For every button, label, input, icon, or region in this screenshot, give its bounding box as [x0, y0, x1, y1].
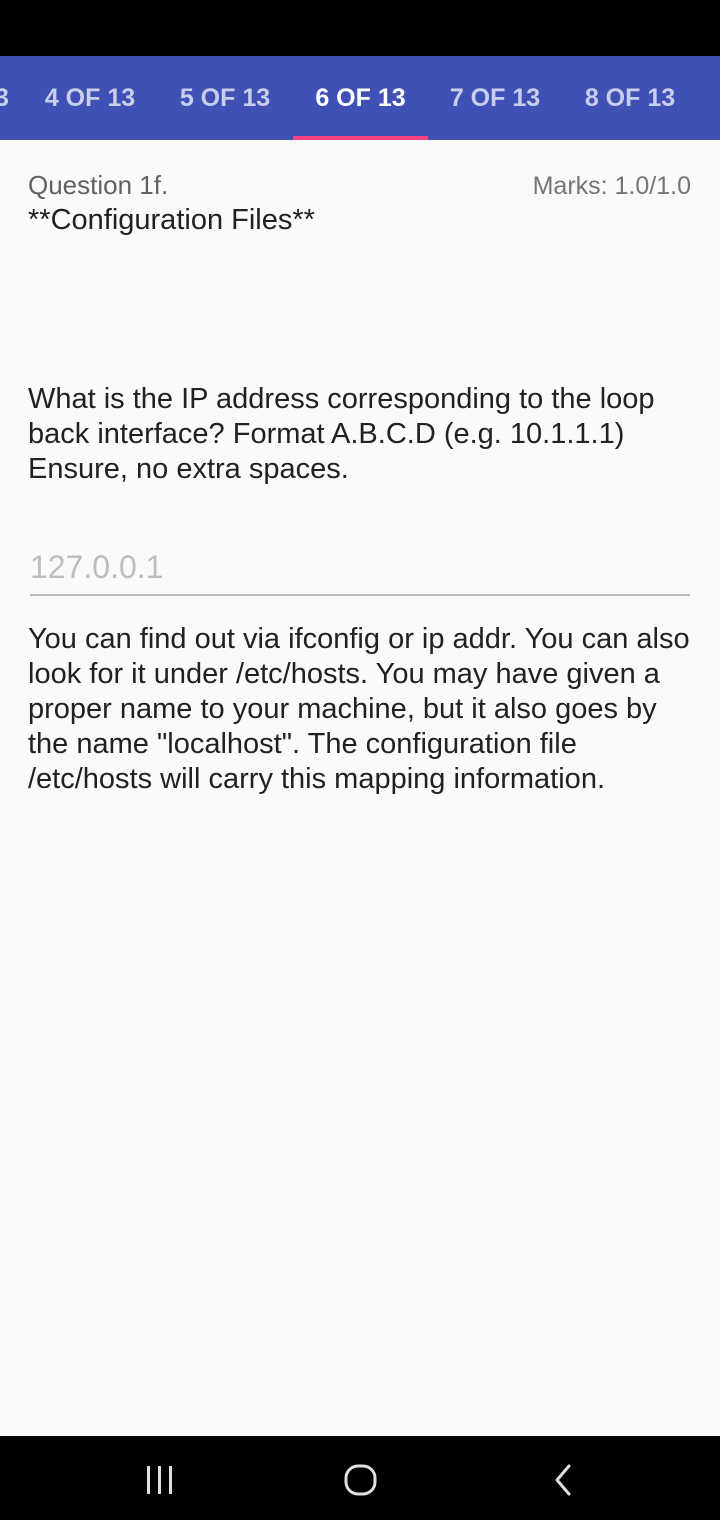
question-number: Question 1f. — [28, 170, 169, 200]
back-icon[interactable] — [533, 1458, 593, 1498]
system-nav-bar — [0, 1436, 720, 1520]
tab-5[interactable]: 5 OF 13 — [165, 56, 285, 140]
question-content: Question 1f. Marks: 1.0/1.0 **Configurat… — [0, 140, 720, 1436]
tab-3-partial[interactable]: 3 — [0, 56, 12, 140]
marks-label: Marks: 1.0/1.0 — [532, 172, 691, 200]
tab-6[interactable]: 6 OF 13 — [300, 56, 421, 140]
question-tab-bar: 3 4 OF 13 5 OF 13 6 OF 13 7 OF 13 8 OF 1… — [0, 56, 720, 140]
home-icon[interactable] — [330, 1458, 390, 1498]
question-title: **Configuration Files** — [28, 204, 315, 236]
recent-apps-icon[interactable] — [130, 1458, 190, 1498]
feedback-text: You can find out via ifconfig or ip addr… — [28, 623, 690, 795]
tab-4[interactable]: 4 OF 13 — [30, 56, 150, 140]
tab-7[interactable]: 7 OF 13 — [435, 56, 555, 140]
answer-input[interactable] — [30, 540, 690, 596]
question-text: What is the IP address corresponding to … — [28, 383, 655, 485]
status-bar — [0, 0, 720, 56]
tab-8[interactable]: 8 OF 13 — [570, 56, 690, 140]
